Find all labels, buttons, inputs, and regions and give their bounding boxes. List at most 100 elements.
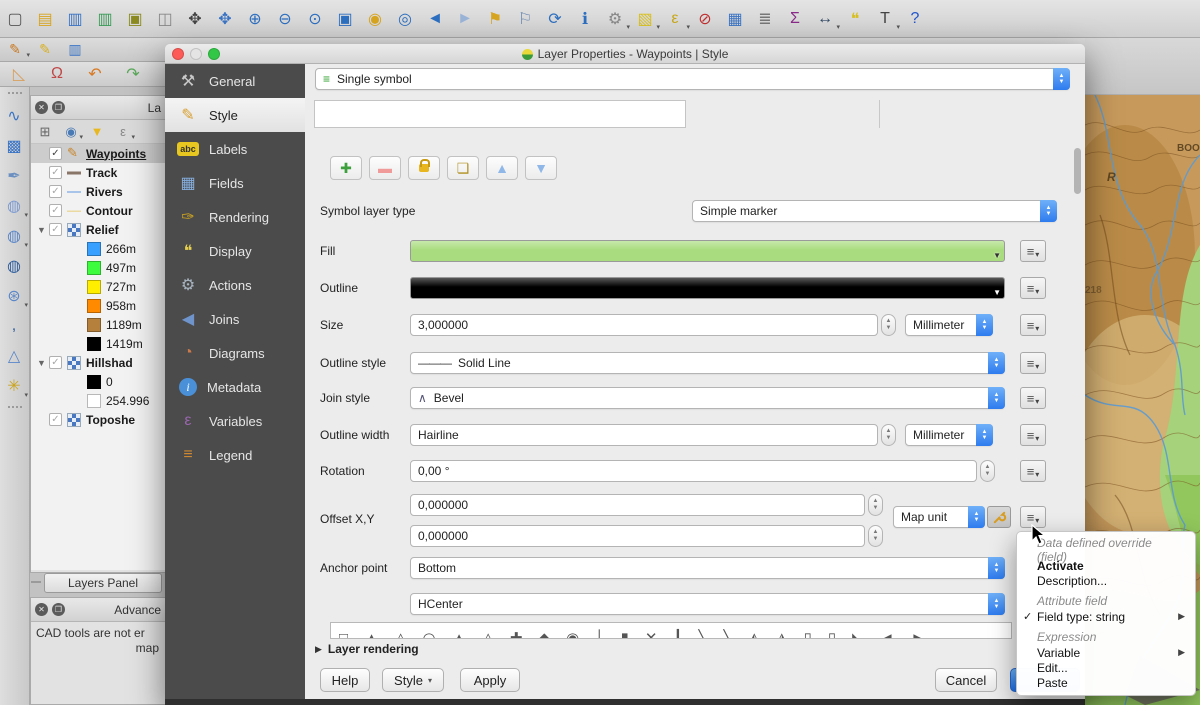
dropdown-stepper-icon[interactable]	[976, 314, 993, 336]
sidebar-item-legend[interactable]: ≡ Legend	[165, 438, 305, 472]
style-menu-button[interactable]: Style▾	[382, 668, 444, 692]
layer-item-hillshade[interactable]: ▼ Hillshad	[31, 353, 165, 372]
open-project-button[interactable]: ▤	[30, 5, 60, 33]
marker-shape-icon[interactable]: △	[482, 626, 494, 638]
size-unit-dropdown[interactable]: Millimeter	[905, 314, 993, 336]
filter-expression-button[interactable]: ε▾	[111, 121, 135, 143]
layer-item-rivers[interactable]: Rivers	[31, 182, 165, 201]
undock-panel-icon[interactable]: ❐	[52, 101, 65, 114]
offset-x-input[interactable]: 0,000000	[410, 494, 865, 516]
save-layer-edits-button[interactable]: ▥	[60, 38, 90, 61]
dialog-titlebar[interactable]: Layer Properties - Waypoints | Style	[165, 44, 1085, 64]
deselect-features-button[interactable]: ⊘	[690, 5, 720, 33]
layer-checkbox[interactable]	[49, 413, 62, 426]
toolbar-grip[interactable]	[8, 92, 22, 96]
menu-item-edit[interactable]: Edit...	[1017, 660, 1195, 675]
sidebar-item-labels[interactable]: abc Labels	[165, 132, 305, 166]
anchor-vertical-dropdown[interactable]: Bottom	[410, 557, 1005, 579]
sidebar-item-metadata[interactable]: i Metadata	[165, 370, 305, 404]
sidebar-item-diagrams[interactable]: ◔ Diagrams	[165, 336, 305, 370]
legend-swatch-727m[interactable]: 727m	[31, 277, 165, 296]
expander-icon[interactable]: ▼	[37, 358, 49, 368]
select-features-button[interactable]: ▧▾	[630, 5, 660, 33]
marker-shape-icon[interactable]: ▲	[364, 626, 379, 638]
add-raster-layer-button[interactable]: ▩	[0, 131, 28, 161]
zoom-to-layer-button[interactable]: ◎	[390, 5, 420, 33]
marker-shape-icon[interactable]: ╲	[723, 626, 732, 638]
field-calculator-button[interactable]: ≣	[750, 5, 780, 33]
marker-shape-icon[interactable]: ◉	[566, 626, 579, 638]
marker-shape-icon[interactable]: ▯	[828, 626, 836, 638]
rotation-input[interactable]: 0,00 °	[410, 460, 977, 482]
sidebar-item-variables[interactable]: ε Variables	[165, 404, 305, 438]
layer-checkbox[interactable]	[49, 204, 62, 217]
move-symbol-down-button[interactable]: ▼	[525, 156, 557, 180]
sidebar-item-actions[interactable]: ⚙ Actions	[165, 268, 305, 302]
marker-shape-icon[interactable]: ▯	[804, 626, 812, 638]
close-window-button[interactable]	[172, 48, 184, 60]
size-input[interactable]: 3,000000	[410, 314, 878, 336]
sidebar-item-rendering[interactable]: ✑ Rendering	[165, 200, 305, 234]
layer-item-track[interactable]: Track	[31, 163, 165, 182]
outline-width-unit-dropdown[interactable]: Millimeter	[905, 424, 993, 446]
symbol-layers-tree[interactable]	[314, 100, 686, 128]
measure-button[interactable]: ↔▾	[810, 5, 840, 33]
marker-shape-icon[interactable]: ✕	[645, 626, 658, 638]
help-button[interactable]: Help	[320, 668, 370, 692]
legend-swatch-266m[interactable]: 266m	[31, 239, 165, 258]
layer-item-contour[interactable]: Contour	[31, 201, 165, 220]
zoom-native-button[interactable]: ⊙	[300, 5, 330, 33]
save-project-as-button[interactable]: ▥	[90, 5, 120, 33]
marker-shape-icon[interactable]: │	[595, 626, 604, 638]
remove-symbol-layer-button[interactable]: ▬	[369, 156, 401, 180]
marker-shape-icon[interactable]: ◆	[539, 626, 551, 638]
outline-width-input[interactable]: Hairline	[410, 424, 878, 446]
dialog-scrollbar[interactable]	[1074, 148, 1081, 194]
outline-width-stepper[interactable]	[881, 424, 896, 446]
text-annotation-button[interactable]: T▾	[870, 5, 900, 33]
minimize-window-button[interactable]	[190, 48, 202, 60]
toggle-editing-button[interactable]: ✎	[30, 38, 60, 61]
filter-legend-button[interactable]: ▼	[85, 121, 109, 143]
show-statistics-button[interactable]: Σ	[780, 5, 810, 33]
undock-panel-icon[interactable]: ❐	[52, 603, 65, 616]
layer-item-waypoints[interactable]: Waypoints	[31, 144, 165, 163]
add-wms-wfs-layer-button[interactable]: ⊛▾	[0, 281, 28, 311]
legend-swatch-497m[interactable]: 497m	[31, 258, 165, 277]
data-defined-override-button[interactable]: ≡▾	[1020, 424, 1046, 446]
dropdown-stepper-icon[interactable]	[1040, 200, 1057, 222]
new-project-button[interactable]: ▢	[0, 5, 30, 33]
legend-swatch-0[interactable]: 0	[31, 372, 165, 391]
zoom-last-button[interactable]: ◄	[420, 5, 450, 33]
zoom-to-selection-button[interactable]: ◉	[360, 5, 390, 33]
marker-shape-icon[interactable]: ►	[911, 626, 926, 638]
add-delimited-text-layer-button[interactable]: ✒	[0, 161, 28, 191]
offset-y-stepper[interactable]	[868, 525, 883, 547]
marker-shape-icon[interactable]: ◭	[749, 626, 761, 638]
new-bookmark-button[interactable]: ⚑	[480, 5, 510, 33]
layer-item-relief[interactable]: ▼ Relief	[31, 220, 165, 239]
lock-symbol-color-button[interactable]	[408, 156, 440, 180]
dropdown-stepper-icon[interactable]	[968, 506, 985, 528]
menu-item-field-type[interactable]: ✓ Field type: string ▶	[1017, 609, 1195, 624]
help-button[interactable]: ?	[900, 5, 930, 33]
zoom-window-button[interactable]	[208, 48, 220, 60]
move-symbol-up-button[interactable]: ▲	[486, 156, 518, 180]
menu-item-description[interactable]: Description...	[1017, 573, 1195, 588]
color-dropdown-arrow-icon[interactable]: ▼	[993, 251, 1001, 260]
zoom-next-button[interactable]: ►	[450, 5, 480, 33]
outline-style-dropdown[interactable]: ——— Solid Line	[410, 352, 1005, 374]
data-defined-override-button[interactable]: ≡▾	[1020, 506, 1046, 528]
sidebar-item-general[interactable]: ⚒ General	[165, 64, 305, 98]
zoom-in-button[interactable]: ⊕	[240, 5, 270, 33]
layer-rendering-section[interactable]: ▶ Layer rendering	[315, 642, 419, 656]
size-stepper[interactable]	[881, 314, 896, 336]
marker-shape-icon[interactable]: ┃	[673, 626, 682, 638]
zoom-full-button[interactable]: ▣	[330, 5, 360, 33]
show-bookmarks-button[interactable]: ⚐	[510, 5, 540, 33]
layer-checkbox[interactable]	[49, 166, 62, 179]
marker-shape-icon[interactable]: ▮	[621, 626, 629, 638]
dropdown-stepper-icon[interactable]	[988, 557, 1005, 579]
renderer-dropdown[interactable]: ≡ Single symbol	[315, 68, 1070, 90]
open-attribute-table-button[interactable]: ▦	[720, 5, 750, 33]
